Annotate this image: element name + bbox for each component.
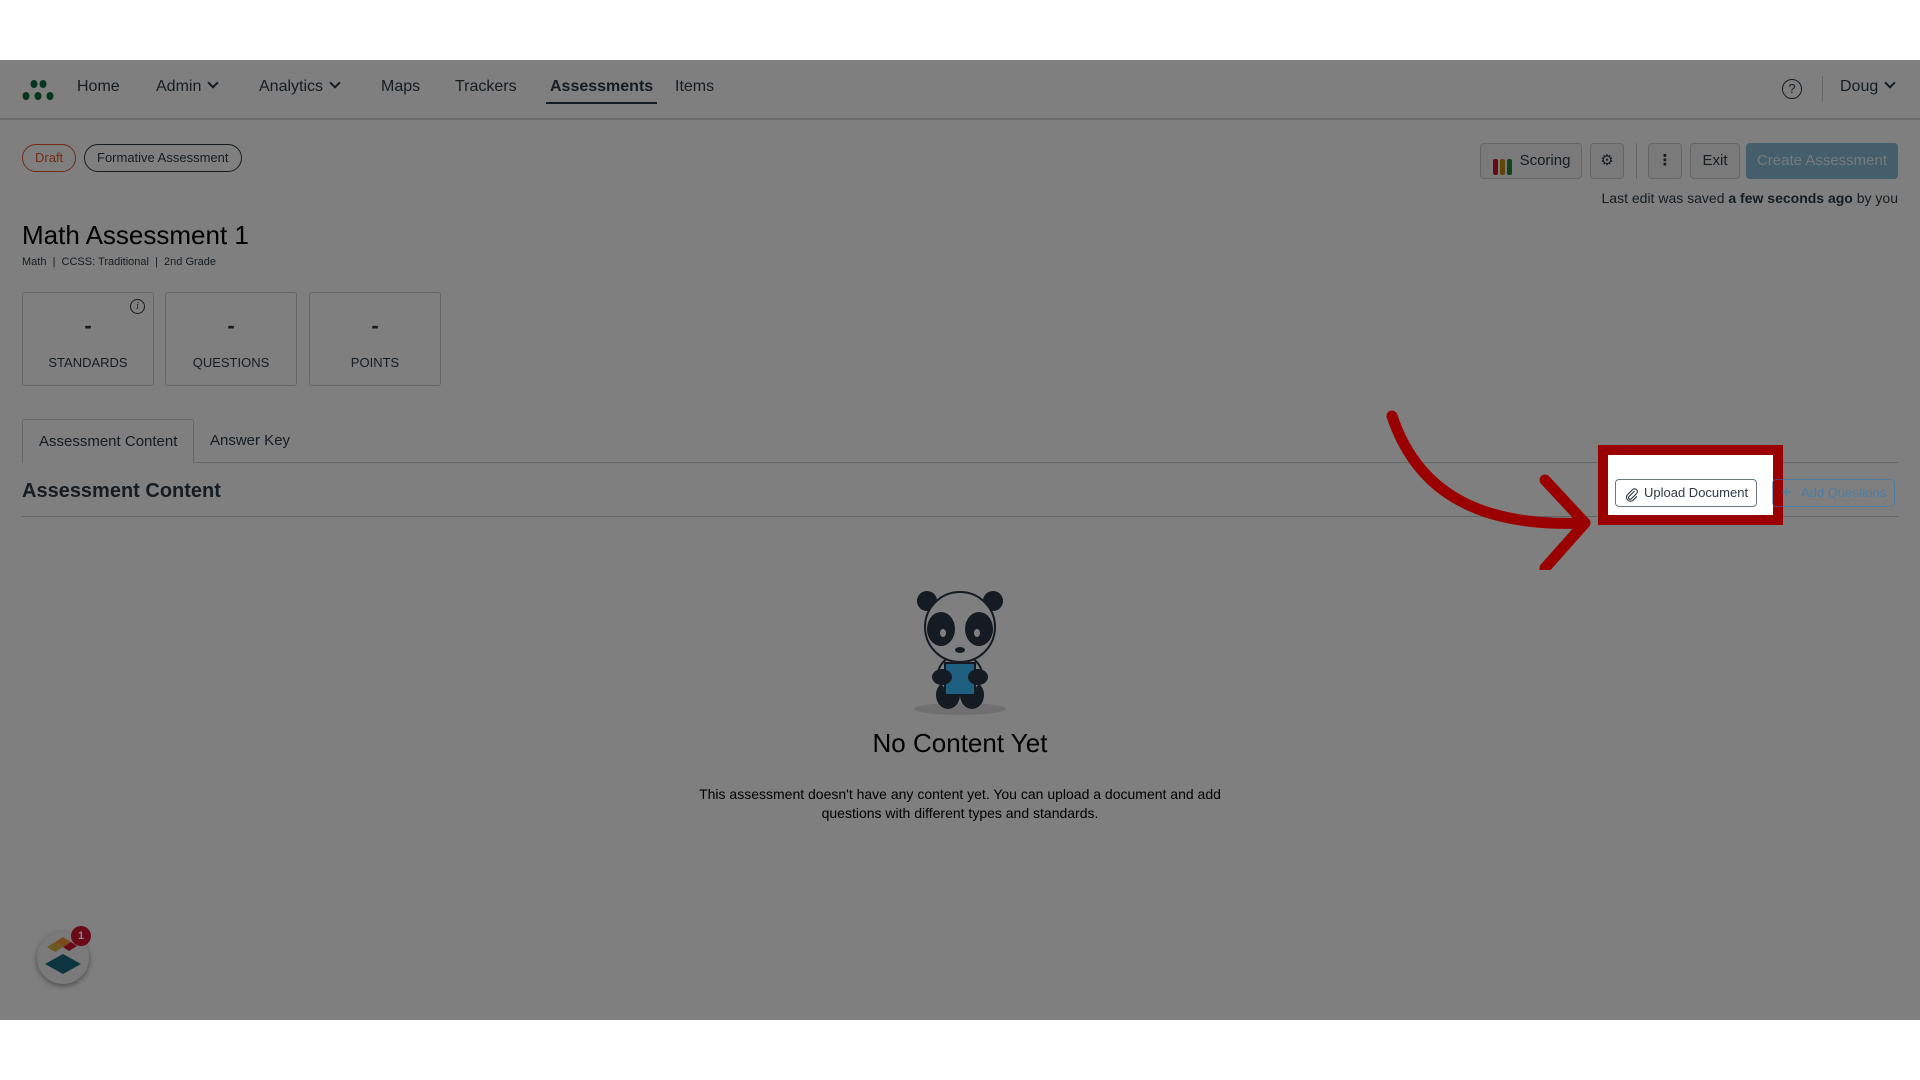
stat-label: QUESTIONS — [192, 355, 270, 370]
notification-badge: 1 — [71, 926, 91, 946]
stat-value: - — [371, 313, 379, 338]
exit-button[interactable]: Exit — [1690, 143, 1740, 179]
add-questions-label: Add Questions — [1801, 485, 1887, 500]
chevron-down-icon — [329, 77, 341, 89]
stat-card-standards: i - STANDARDS — [22, 292, 154, 386]
more-options-button[interactable]: ⋮ — [1648, 143, 1682, 179]
nav-assessments[interactable]: Assessments — [545, 78, 658, 104]
scoring-bars-icon — [1493, 154, 1514, 188]
gear-icon: ⚙ — [1600, 152, 1614, 169]
settings-button[interactable]: ⚙ — [1590, 143, 1624, 179]
user-menu[interactable]: Doug — [1840, 77, 1896, 96]
toolbar-divider — [1636, 143, 1637, 179]
top-nav: Home Admin Analytics Maps Trackers Asses… — [0, 60, 1920, 120]
stat-card-points: - POINTS — [309, 292, 441, 386]
save-status: Last edit was saved a few seconds ago by… — [1602, 190, 1898, 206]
stat-label: STANDARDS — [48, 355, 128, 370]
panda-illustration — [914, 591, 1006, 715]
nav-admin[interactable]: Admin — [156, 77, 220, 96]
add-questions-button[interactable]: + Add Questions — [1772, 479, 1896, 507]
tab-assessment-content[interactable]: Assessment Content — [22, 419, 195, 463]
chevron-down-icon — [207, 77, 220, 89]
user-name: Doug — [1840, 78, 1879, 95]
status-badge: Draft — [22, 144, 77, 172]
paperclip-icon — [1625, 485, 1639, 511]
nav-maps-label: Maps — [381, 78, 421, 95]
nav-trackers[interactable]: Trackers — [455, 78, 517, 96]
upload-document-button[interactable]: Upload Document — [1615, 479, 1758, 507]
stat-value: - — [227, 313, 235, 338]
assessment-type-badge: Formative Assessment — [84, 144, 242, 172]
logo-icon[interactable] — [22, 78, 58, 102]
nav-analytics-label: Analytics — [259, 78, 324, 95]
pointer-arrow — [1386, 410, 1591, 570]
nav-trackers-label: Trackers — [455, 78, 517, 95]
nav-home[interactable]: Home — [77, 78, 120, 96]
scoring-label: Scoring — [1519, 152, 1571, 169]
chevron-down-icon — [1884, 77, 1896, 89]
save-status-time: a few seconds ago — [1728, 190, 1853, 206]
create-assessment-button[interactable]: Create Assessment — [1746, 143, 1898, 179]
stat-card-questions: - QUESTIONS — [165, 292, 297, 386]
nav-items-label: Items — [675, 78, 715, 95]
save-status-suffix: by you — [1852, 190, 1898, 206]
help-icon[interactable]: ? — [1782, 79, 1802, 99]
info-icon[interactable]: i — [130, 299, 145, 314]
more-vertical-icon: ⋮ — [1657, 152, 1673, 169]
app-window: Home Admin Analytics Maps Trackers Asses… — [0, 60, 1920, 1020]
nav-items[interactable]: Items — [675, 78, 714, 96]
scoring-button[interactable]: Scoring — [1480, 143, 1582, 179]
save-status-prefix: Last edit was saved — [1601, 190, 1729, 206]
nav-maps[interactable]: Maps — [381, 78, 420, 96]
nav-analytics[interactable]: Analytics — [259, 77, 341, 96]
section-title: Assessment Content — [22, 480, 221, 502]
empty-state-text: This assessment doesn't have any content… — [699, 786, 1221, 821]
stat-value: - — [84, 313, 92, 338]
stat-label: POINTS — [350, 355, 400, 370]
nav-admin-label: Admin — [156, 78, 202, 95]
nav-home-label: Home — [77, 78, 120, 95]
empty-state-title: No Content Yet — [872, 728, 1048, 758]
nav-divider — [1822, 76, 1823, 102]
nav-assessments-label: Assessments — [550, 78, 654, 95]
upload-document-label: Upload Document — [1644, 485, 1749, 500]
assessment-meta: Math | CCSS: Traditional | 2nd Grade — [22, 256, 217, 268]
plus-icon: + — [1781, 482, 1792, 502]
page-title: Math Assessment 1 — [22, 220, 249, 250]
tab-answer-key[interactable]: Answer Key — [194, 419, 306, 463]
